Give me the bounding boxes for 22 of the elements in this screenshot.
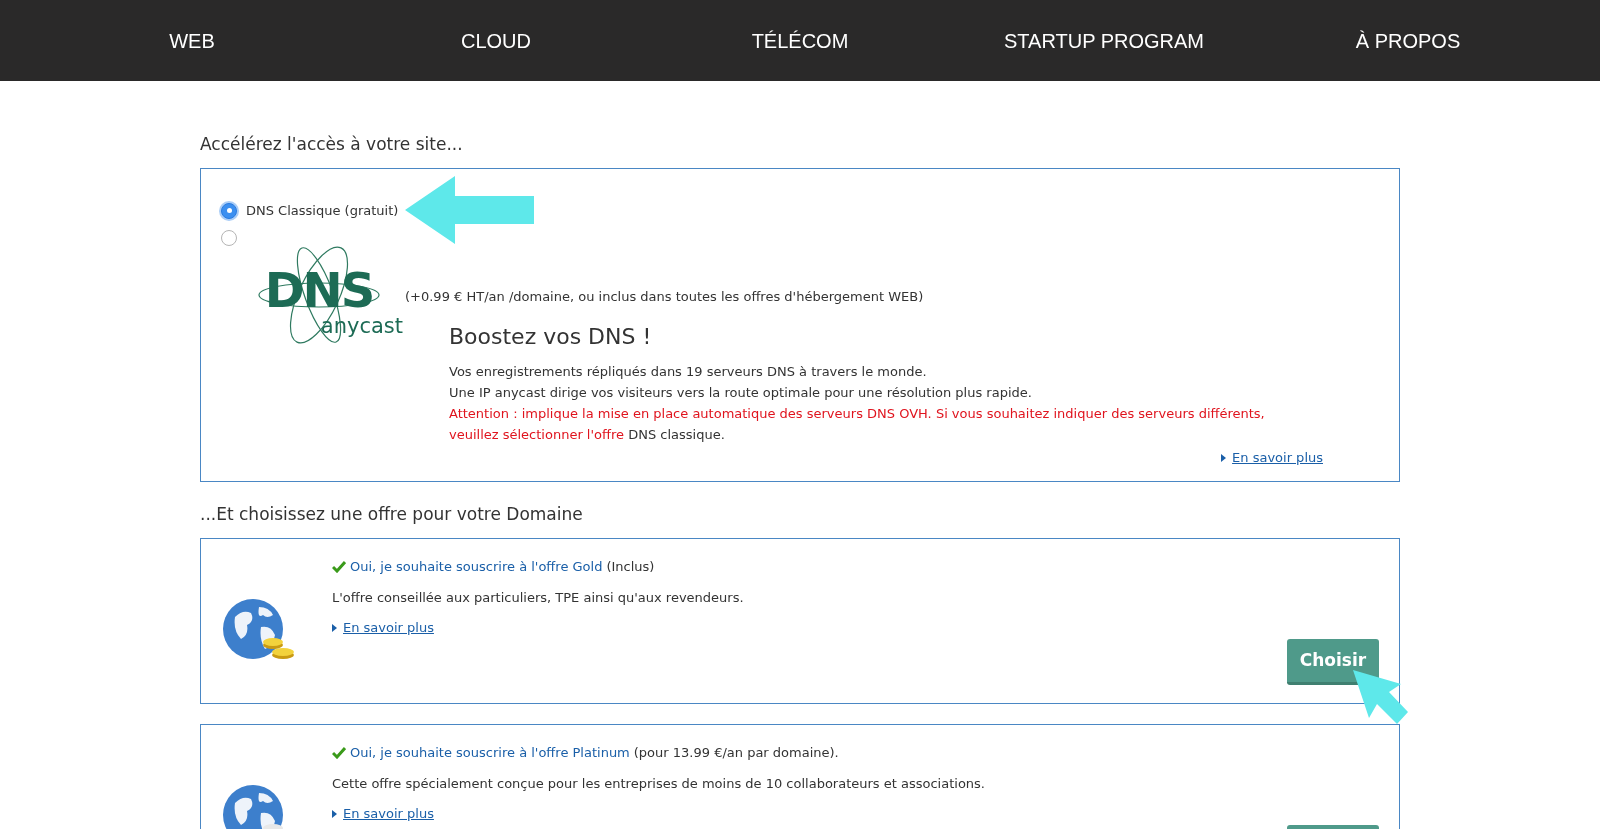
nav-link[interactable]: CLOUD (366, 25, 626, 56)
promo-title: Boostez vos DNS ! (449, 323, 653, 351)
section-heading: ...Et choisissez une offre pour votre Domaine (200, 502, 584, 526)
nav-link[interactable]: TÉLÉCOM (670, 25, 930, 56)
offer-note: (Inclus) (606, 558, 655, 576)
more-link[interactable]: En savoir plus (332, 804, 985, 824)
nav-link[interactable]: À PROPOS (1278, 25, 1538, 56)
nav-link[interactable]: STARTUP PROGRAM (974, 25, 1234, 56)
offer-title-link[interactable]: Oui, je souhaite souscrire à l'offre Gold (350, 557, 603, 577)
option-label[interactable]: DNS Classique (gratuit) (246, 200, 399, 221)
more-link[interactable]: En savoir plus (332, 618, 744, 638)
description-text: Une IP anycast dirige vos visiteurs vers la route optimale pour une résolution plus rapide. (449, 384, 1033, 402)
offer-title-link[interactable]: Oui, je souhaite souscrire à l'offre Platinum (350, 743, 630, 763)
section-heading: Accélérez l'accès à votre site... (200, 133, 464, 156)
offer-note: (pour 13.99 €/an par domaine). (633, 744, 839, 762)
offer-description: L'offre conseillée aux particuliers, TPE ainsi qu'aux revendeurs. (332, 588, 744, 607)
description-text: Vos enregistrements répliqués dans 19 serveurs DNS à travers le monde. (449, 363, 928, 381)
nav-link[interactable]: WEB (62, 25, 322, 56)
more-link[interactable]: En savoir plus (1221, 448, 1323, 468)
price-text: (+0.99 € HT/an /domaine, ou inclus dans toutes les offres d'hébergement WEB) (405, 287, 925, 306)
offer-description: Cette offre spécialement conçue pour les entreprises de moins de 10 collaborateurs et associations. (332, 774, 985, 793)
warning-text: Attention : implique la mise en place automatique des serveurs DNS OVH. Si vous souhaitez indiquer des serveurs différents, veuillez sélectionner l'offre DNS classique. (449, 405, 1266, 444)
